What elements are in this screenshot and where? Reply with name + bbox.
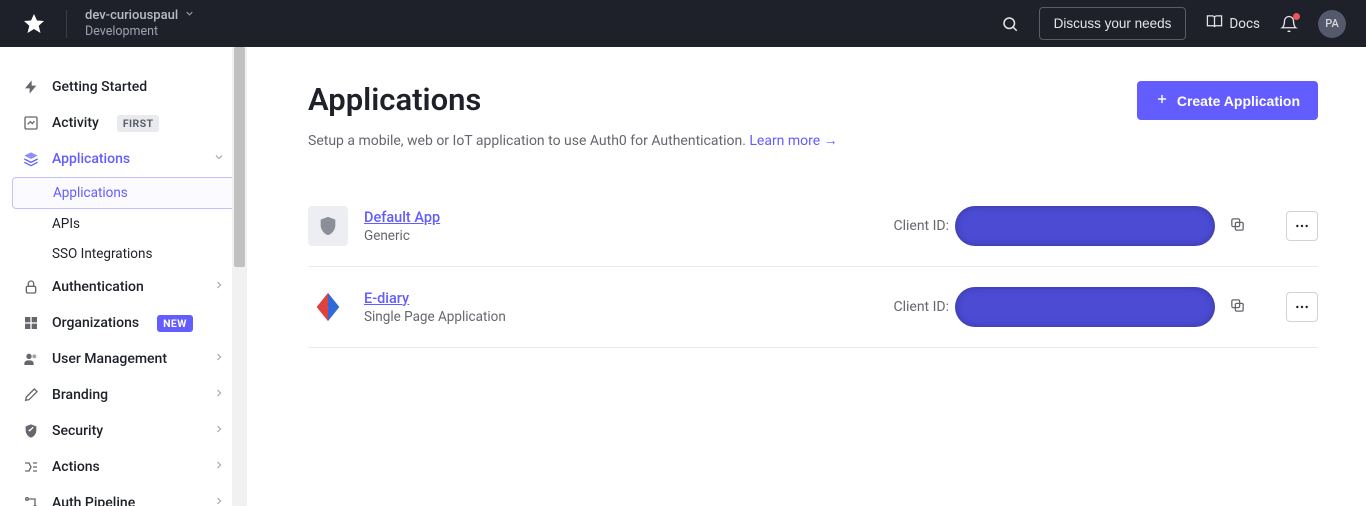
flow-icon <box>22 458 40 476</box>
chevron-right-icon <box>213 459 225 475</box>
sidebar-item-user-management[interactable]: User Management <box>12 341 235 377</box>
pipeline-icon <box>22 494 40 506</box>
badge-new: NEW <box>157 315 193 332</box>
sidebar-subitem-apis[interactable]: APIs <box>42 209 235 239</box>
arrow-right-icon: → <box>824 133 838 149</box>
chevron-right-icon <box>213 495 225 506</box>
shield-icon <box>22 422 40 440</box>
sidebar-item-label: Authentication <box>52 279 144 295</box>
vertical-separator <box>66 10 67 38</box>
sidebar-item-label: Auth Pipeline <box>52 495 135 506</box>
app-type: Generic <box>364 228 440 244</box>
applications-list: Default App Generic Client ID: E-diary Singl… <box>308 185 1318 348</box>
chevron-right-icon <box>213 351 225 367</box>
notification-dot <box>1293 13 1300 20</box>
sidebar-item-label: Actions <box>52 459 100 475</box>
scrollbar-track <box>232 47 247 506</box>
learn-more-link[interactable]: Learn more → <box>749 133 837 149</box>
scrollbar-thumb[interactable] <box>234 47 245 267</box>
app-type: Single Page Application <box>364 309 506 325</box>
docs-link[interactable]: Docs <box>1206 13 1260 34</box>
brush-icon <box>22 386 40 404</box>
sidebar-item-security[interactable]: Security <box>12 413 235 449</box>
sidebar-subitem-sso-integrations[interactable]: SSO Integrations <box>42 239 235 269</box>
sidebar-item-auth-pipeline[interactable]: Auth Pipeline <box>12 485 235 506</box>
chevron-right-icon <box>213 423 225 439</box>
sidebar-item-label: Organizations <box>52 315 139 331</box>
chevron-right-icon <box>213 279 225 295</box>
auth0-logo <box>20 10 48 38</box>
app-name-link[interactable]: E-diary <box>364 290 506 307</box>
user-avatar[interactable]: PA <box>1318 10 1346 38</box>
app-actions-button[interactable] <box>1286 292 1318 322</box>
client-id-redacted <box>955 287 1215 327</box>
sidebar-item-label: Branding <box>52 387 108 403</box>
application-row: E-diary Single Page Application Client ID: <box>308 267 1318 348</box>
sidebar-item-label: Activity <box>52 115 99 131</box>
client-id-label: Client ID: <box>893 299 949 315</box>
sidebar-subitem-applications[interactable]: Applications <box>12 177 235 209</box>
client-id-redacted <box>955 206 1215 246</box>
sidebar-item-label: Applications <box>52 151 130 167</box>
sidebar-item-activity[interactable]: Activity FIRST <box>12 105 235 141</box>
lock-icon <box>22 278 40 296</box>
users-icon <box>22 350 40 368</box>
plus-icon <box>1155 92 1169 109</box>
application-row: Default App Generic Client ID: <box>308 185 1318 267</box>
page-subtitle: Setup a mobile, web or IoT application t… <box>308 132 1318 149</box>
layers-icon <box>22 150 40 168</box>
tenant-env: Development <box>85 24 195 39</box>
sidebar-item-label: User Management <box>52 351 167 367</box>
chart-icon <box>22 114 40 132</box>
bolt-icon <box>22 78 40 96</box>
docs-label: Docs <box>1229 16 1260 32</box>
sidebar-item-authentication[interactable]: Authentication <box>12 269 235 305</box>
sidebar-item-label: Getting Started <box>52 79 147 95</box>
notifications-button[interactable] <box>1280 15 1298 33</box>
book-icon <box>1206 13 1223 34</box>
copy-client-id-button[interactable] <box>1229 216 1246 237</box>
sidebar-item-branding[interactable]: Branding <box>12 377 235 413</box>
copy-client-id-button[interactable] <box>1229 297 1246 318</box>
sidebar-item-getting-started[interactable]: Getting Started <box>12 69 235 105</box>
sidebar-item-organizations[interactable]: Organizations NEW <box>12 305 235 341</box>
discuss-needs-button[interactable]: Discuss your needs <box>1039 7 1187 40</box>
app-logo-default <box>308 206 348 246</box>
tenant-switcher[interactable]: dev-curiouspaul Development <box>85 8 195 39</box>
page-title: Applications <box>308 81 481 118</box>
sidebar-item-actions[interactable]: Actions <box>12 449 235 485</box>
chevron-down-icon <box>184 8 195 23</box>
chevron-down-icon <box>213 151 225 167</box>
app-logo-ediary <box>308 287 348 327</box>
top-bar: dev-curiouspaul Development Discuss your… <box>0 0 1366 47</box>
sidebar-item-label: Security <box>52 423 103 439</box>
chevron-right-icon <box>213 387 225 403</box>
grid-icon <box>22 314 40 332</box>
create-application-button[interactable]: Create Application <box>1137 81 1318 120</box>
app-actions-button[interactable] <box>1286 211 1318 241</box>
sidebar-item-applications[interactable]: Applications <box>12 141 235 177</box>
search-icon[interactable] <box>1001 15 1019 33</box>
sidebar: Getting Started Activity FIRST Applications… <box>0 47 248 506</box>
client-id-label: Client ID: <box>893 218 949 234</box>
badge-first: FIRST <box>117 115 160 132</box>
tenant-name: dev-curiouspaul <box>85 8 178 23</box>
main-content: Applications Create Application Setup a … <box>248 47 1366 506</box>
app-name-link[interactable]: Default App <box>364 209 440 226</box>
create-application-label: Create Application <box>1177 93 1300 109</box>
